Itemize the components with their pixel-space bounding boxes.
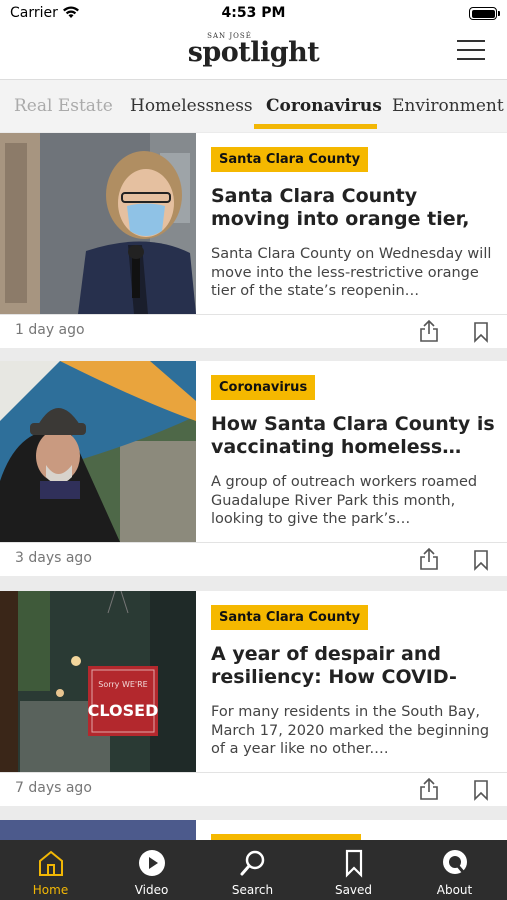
article-title[interactable]: How Santa Clara County is vaccinating ho…: [211, 413, 501, 459]
closed-sign-top-text: Sorry WE'RE: [98, 680, 147, 689]
article-card[interactable]: Coronavirus How Santa Clara County is va…: [0, 361, 507, 576]
nav-video-label: Video: [134, 883, 169, 897]
nav-home[interactable]: Home: [0, 840, 101, 900]
app-header: SAN JOSÉ spotlight: [0, 28, 507, 80]
share-icon[interactable]: [418, 547, 440, 571]
article-card-partial[interactable]: [0, 820, 507, 840]
article-excerpt: Santa Clara County on Wednesday will mov…: [211, 246, 492, 299]
nav-about[interactable]: About: [404, 840, 505, 900]
bookmark-icon[interactable]: [472, 321, 490, 343]
active-tab-indicator: [254, 124, 377, 129]
tab-real-estate[interactable]: Real Estate: [14, 80, 113, 132]
nav-saved-label: Saved: [334, 883, 373, 897]
home-icon: [39, 850, 63, 876]
article-age: 7 days ago: [15, 780, 92, 796]
article-thumbnail[interactable]: Sorry WE'RE CLOSED: [0, 591, 196, 772]
article-thumbnail[interactable]: [0, 133, 196, 314]
article-age: 1 day ago: [15, 322, 85, 338]
article-excerpt: For many residents in the South Bay, Mar…: [211, 704, 490, 757]
article-footer: 7 days ago: [0, 772, 507, 806]
article-card[interactable]: Sorry WE'RE CLOSED Santa Clara County A …: [0, 591, 507, 806]
share-icon[interactable]: [418, 319, 440, 343]
article-thumbnail[interactable]: [0, 361, 196, 542]
tab-homelessness[interactable]: Homelessness: [130, 80, 253, 132]
bookmark-icon[interactable]: [472, 549, 490, 571]
article-age: 3 days ago: [15, 550, 92, 566]
bookmark-icon: [345, 849, 363, 878]
play-icon: [139, 850, 165, 876]
article-thumbnail[interactable]: [0, 820, 196, 840]
category-badge[interactable]: Santa Clara County: [211, 605, 369, 630]
search-icon: [240, 850, 265, 876]
battery-icon: [469, 7, 500, 20]
nav-saved[interactable]: Saved: [303, 840, 404, 900]
category-badge[interactable]: Santa Clara County: [211, 147, 369, 172]
article-card[interactable]: Santa Clara County Santa Clara County mo…: [0, 133, 507, 348]
nav-about-label: About: [436, 883, 473, 897]
app-logo[interactable]: SAN JOSÉ spotlight: [0, 32, 507, 66]
nav-home-label: Home: [32, 883, 69, 897]
share-icon[interactable]: [418, 777, 440, 801]
article-footer: 1 day ago: [0, 314, 507, 348]
hamburger-menu-icon[interactable]: [457, 40, 485, 64]
status-time: 4:53 PM: [221, 5, 286, 21]
nav-search[interactable]: Search: [202, 840, 303, 900]
article-footer: 3 days ago: [0, 542, 507, 576]
status-bar: Carrier 4:53 PM: [0, 0, 507, 28]
bookmark-icon[interactable]: [472, 779, 490, 801]
article-title[interactable]: Santa Clara County moving into orange ti…: [211, 185, 501, 231]
nav-search-label: Search: [231, 883, 274, 897]
nav-video[interactable]: Video: [101, 840, 202, 900]
closed-sign-text: CLOSED: [88, 701, 159, 720]
tab-environment[interactable]: Environment: [392, 80, 504, 132]
about-icon: [443, 850, 467, 874]
article-excerpt: A group of outreach workers roamed Guada…: [211, 474, 478, 527]
logo-title: spotlight: [187, 37, 320, 68]
article-title[interactable]: A year of despair and resiliency: How CO…: [211, 643, 501, 689]
category-badge[interactable]: Coronavirus: [211, 375, 316, 400]
bottom-navigation: Home Video Search Saved About: [0, 840, 507, 900]
